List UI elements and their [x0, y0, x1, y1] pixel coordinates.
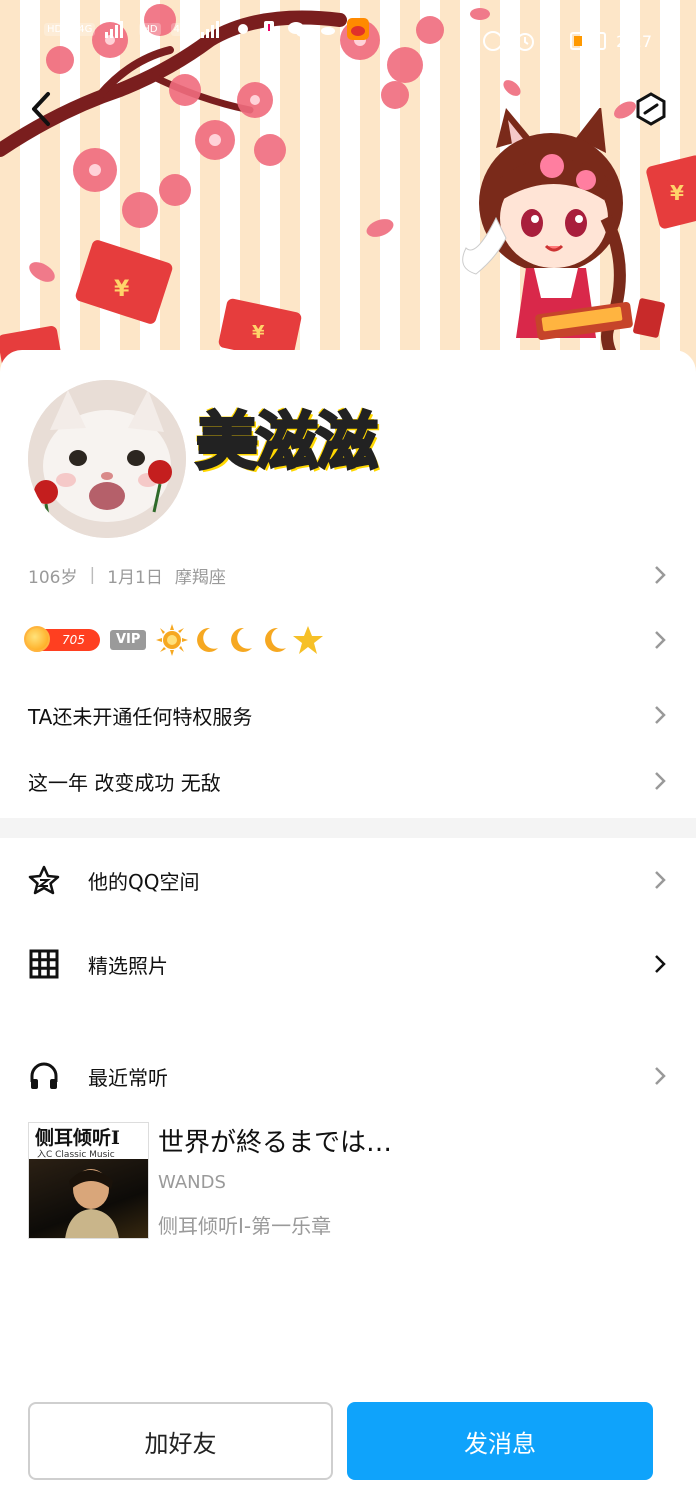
notification-icon: [237, 24, 248, 34]
alert-icon: [263, 21, 274, 37]
add-friend-button[interactable]: 加好友: [28, 1402, 333, 1480]
chevron-right-icon: [655, 631, 666, 649]
level-badge: 705: [24, 626, 100, 652]
chevron-right-icon: [655, 772, 666, 790]
star-outline-icon: [28, 865, 60, 895]
sim1-indicator: HD: [44, 22, 66, 36]
sim2-indicator: HD: [139, 22, 161, 36]
cat-avatar-image: [28, 380, 186, 538]
album-cover: 侧耳倾听I 入C Classic Music: [28, 1122, 149, 1239]
basic-info-row[interactable]: 106岁 | 1月1日 摩羯座: [28, 560, 668, 590]
chevron-right-icon: [655, 1067, 666, 1085]
signature-row[interactable]: 这一年 改变成功 无敌: [28, 764, 668, 798]
profile-card: 美滋滋 106岁 | 1月1日 摩羯座 705 VIP TA还未开通任何特权服务…: [0, 350, 696, 1509]
privilege-text: TA还未开通任何特权服务: [28, 704, 253, 729]
moon-icon: [265, 627, 287, 652]
back-arrow-icon[interactable]: [26, 90, 60, 128]
nickname: 美滋滋: [194, 404, 379, 480]
song-title: 世界が終るまでは…: [158, 1128, 393, 1158]
section-divider: [0, 818, 696, 838]
bluetooth-icon: [547, 30, 560, 52]
album-cover-title: 侧耳倾听I: [35, 1127, 120, 1149]
svg-text:¥: ¥: [670, 181, 684, 205]
network1-indicator: 4G: [75, 22, 96, 36]
moon-icon: [231, 627, 253, 652]
recent-label: 最近常听: [88, 1065, 168, 1090]
anime-character-illustration: [462, 108, 633, 367]
badges-row[interactable]: 705 VIP: [24, 622, 668, 658]
recent-listening-entry[interactable]: 最近常听: [28, 1052, 668, 1100]
signal-icon: [200, 21, 219, 38]
headphones-icon: [30, 1062, 58, 1089]
network2-indicator: 4G: [170, 22, 191, 36]
chevron-right-icon: [655, 566, 666, 584]
wechat-icon: [287, 22, 308, 37]
more-status-indicator: ···: [378, 21, 393, 37]
signature-text: 这一年 改变成功 无敌: [28, 770, 221, 795]
chevron-right-icon: [655, 955, 666, 973]
moon-icon: [197, 627, 219, 652]
chevron-right-icon: [655, 706, 666, 724]
svg-text:¥: ¥: [114, 277, 130, 302]
avatar[interactable]: [28, 380, 186, 538]
battery-indicator: 16: [570, 32, 607, 50]
featured-photos-entry[interactable]: 精选照片: [28, 940, 668, 988]
clock: 2:27: [616, 31, 652, 51]
birthday-text: 1月1日: [107, 567, 163, 588]
svg-text:¥: ¥: [252, 322, 265, 343]
level-number: 705: [62, 633, 85, 647]
send-message-button[interactable]: 发消息: [347, 1402, 653, 1480]
photos-label: 精选照片: [88, 953, 168, 978]
star-icon: [293, 626, 324, 654]
qzone-label: 他的QQ空间: [88, 869, 200, 894]
cloud-icon: [320, 27, 335, 35]
song-item[interactable]: 侧耳倾听I 入C Classic Music 世界が終るまでは… WANDS 侧…: [28, 1122, 668, 1242]
zodiac-text: 摩羯座: [174, 567, 226, 588]
settings-hexagon-icon[interactable]: [634, 92, 668, 126]
coin-icon: [24, 626, 50, 652]
vip-badge: VIP: [110, 630, 147, 650]
privilege-row[interactable]: TA还未开通任何特权服务: [28, 698, 668, 732]
chevron-right-icon: [655, 871, 666, 889]
song-artist: WANDS: [158, 1172, 226, 1193]
song-album: 侧耳倾听I-第一乐章: [158, 1214, 332, 1238]
grid-icon: [29, 949, 59, 979]
qzone-entry[interactable]: 他的QQ空间: [28, 856, 668, 904]
age-text: 106岁: [28, 567, 78, 588]
album-cover-photo: [29, 1159, 148, 1238]
weibo-icon: [346, 18, 369, 40]
qq-grade-icons: [156, 624, 324, 656]
separator: |: [89, 565, 96, 585]
signal-icon: [105, 21, 124, 38]
battery-level: 16: [582, 34, 594, 44]
sun-icon: [156, 624, 189, 656]
profile-cover-banner: ¥ ¥ ¥ HD 4G HD 4G ··· 16 2:27: [0, 0, 696, 380]
do-not-disturb-icon: [483, 31, 504, 51]
status-bar: HD 4G HD 4G ··· 16 2:27: [0, 18, 696, 66]
alarm-icon: [516, 33, 535, 51]
